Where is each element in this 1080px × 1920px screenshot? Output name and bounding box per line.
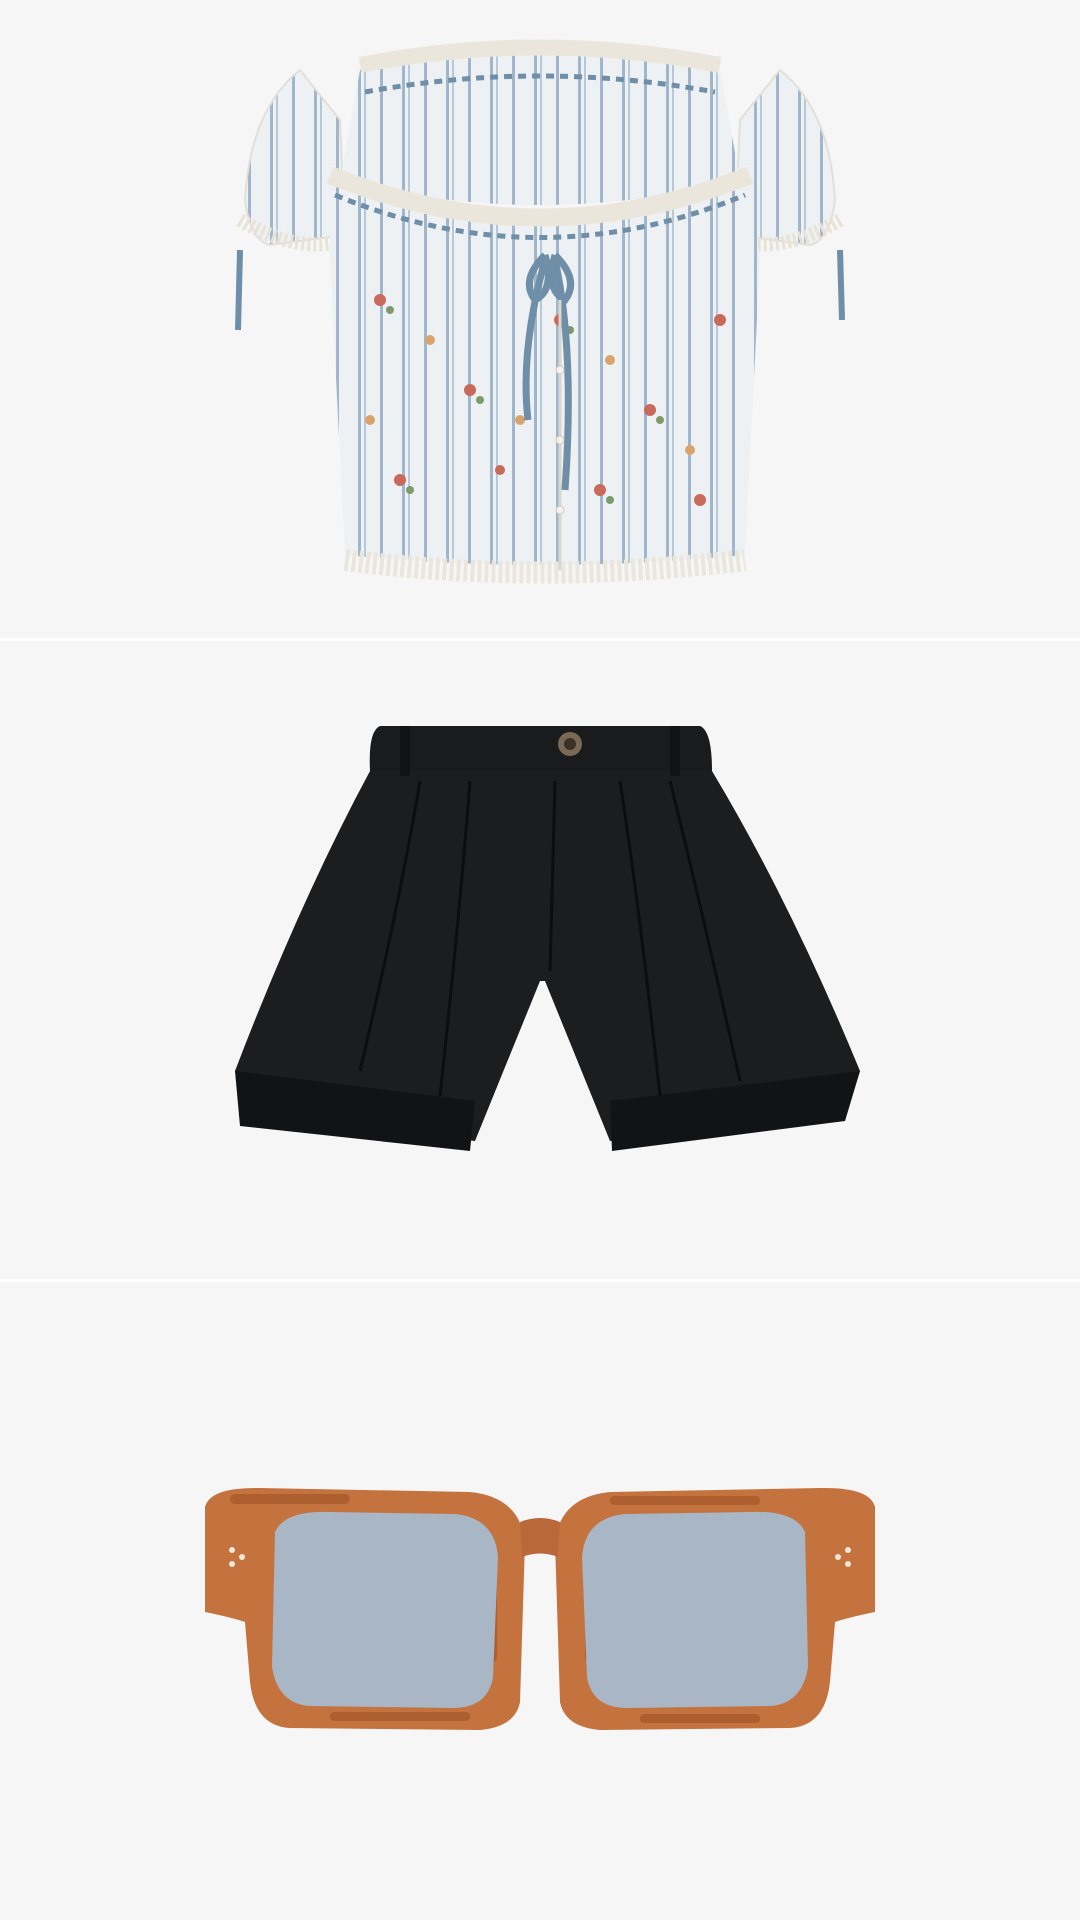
- sunglasses-image: [205, 1487, 875, 1730]
- crop-top-image: [235, 39, 845, 584]
- black-shorts-image: [235, 726, 860, 1151]
- left-lens: [272, 1511, 498, 1708]
- right-lens: [582, 1511, 808, 1708]
- shorts-product-panel: [0, 641, 1080, 1279]
- sunglasses-product-panel: [0, 1282, 1080, 1920]
- top-product-panel: [0, 0, 1080, 638]
